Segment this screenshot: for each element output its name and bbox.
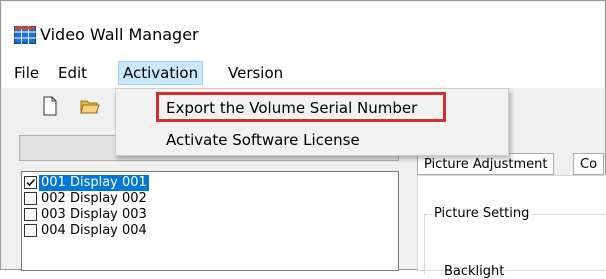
new-file-icon[interactable] (40, 96, 60, 116)
video-wall-icon (14, 26, 36, 44)
group-title: Picture Setting (432, 206, 532, 221)
app-window: Video Wall Manager File Edit Activation … (0, 0, 606, 279)
display-list[interactable]: 001 Display 001 002 Display 002 003 Disp… (21, 171, 399, 271)
display-label: 004 Display 004 (41, 223, 147, 238)
open-folder-icon[interactable] (80, 96, 100, 116)
title-bar: Video Wall Manager (2, 2, 604, 58)
settings-panel: Picture Adjustment Co Picture Setting Ba… (405, 153, 606, 279)
menu-item-activate-license[interactable]: Activate Software License (116, 126, 508, 154)
check-mark-icon (26, 178, 36, 187)
display-label: 003 Display 003 (41, 207, 147, 222)
window-title: Video Wall Manager (40, 25, 199, 44)
menu-activation[interactable]: Activation (118, 61, 204, 85)
display-checkbox[interactable] (24, 208, 37, 221)
highlight-outline (156, 92, 446, 122)
menu-edit[interactable]: Edit (54, 62, 91, 84)
display-label: 002 Display 002 (41, 191, 147, 206)
activation-dropdown-menu: Export the Volume Serial Number Activate… (115, 88, 509, 156)
display-label: 001 Display 001 (39, 175, 149, 191)
menu-bar: File Edit Activation Version (2, 58, 604, 88)
menu-file[interactable]: File (10, 62, 43, 84)
backlight-label: Backlight (444, 264, 505, 279)
display-checkbox[interactable] (24, 192, 37, 205)
display-checkbox[interactable] (24, 224, 37, 237)
tab-color[interactable]: Co (573, 153, 605, 175)
tab-picture-adjustment[interactable]: Picture Adjustment (417, 153, 555, 175)
tab-page: Picture Setting Backlight (417, 175, 606, 279)
menu-version[interactable]: Version (224, 62, 287, 84)
display-checkbox[interactable] (24, 176, 37, 189)
